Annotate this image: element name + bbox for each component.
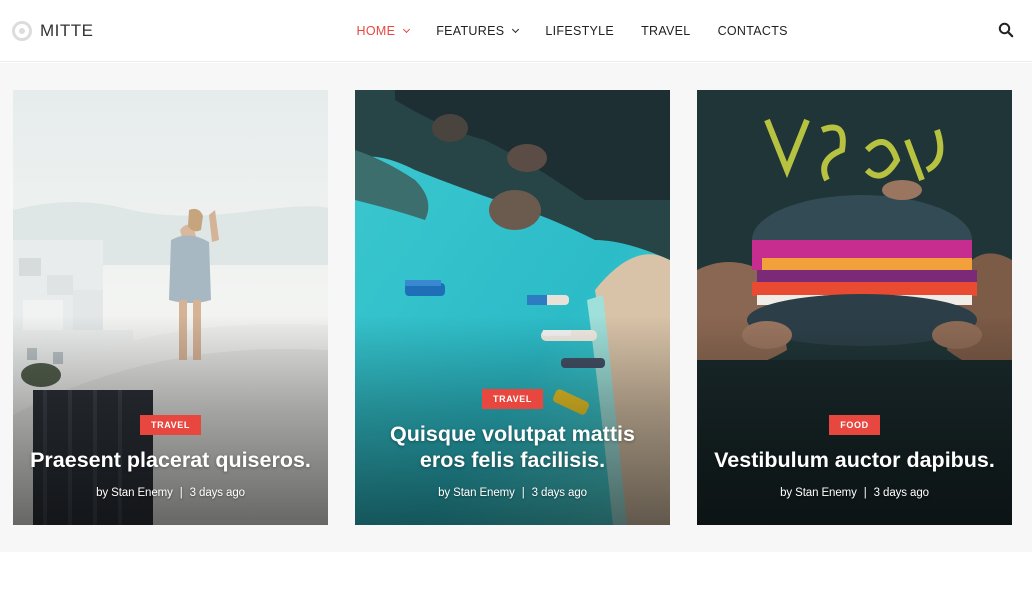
post-overlay: TRAVEL Quisque volutpat mattis eros feli… (355, 389, 670, 499)
category-badge[interactable]: FOOD (829, 415, 880, 435)
nav-item-features[interactable]: FEATURES (423, 0, 532, 62)
post-author[interactable]: by Stan Enemy (96, 487, 173, 499)
chevron-down-icon (403, 25, 411, 34)
post-title[interactable]: Quisque volutpat mattis eros felis facil… (369, 421, 656, 473)
category-badge[interactable]: TRAVEL (140, 415, 201, 435)
featured-post-card[interactable]: FOOD Vestibulum auctor dapibus. by Stan … (697, 90, 1012, 525)
post-date: 3 days ago (189, 487, 245, 499)
featured-posts: TRAVEL Praesent placerat quiseros. by St… (0, 63, 1032, 552)
post-date: 3 days ago (873, 487, 929, 499)
logo-icon (12, 21, 32, 41)
main-nav: HOME FEATURES LIFESTYLE TRAVEL CONTACTS (343, 0, 801, 62)
site-logo[interactable]: MITTE (12, 19, 94, 43)
nav-item-home[interactable]: HOME (343, 0, 423, 62)
post-meta: by Stan Enemy | 3 days ago (96, 487, 245, 499)
nav-item-travel[interactable]: TRAVEL (628, 0, 705, 62)
content-area (0, 552, 1032, 594)
post-meta: by Stan Enemy | 3 days ago (780, 487, 929, 499)
nav-item-label: FEATURES (436, 24, 505, 38)
post-date: 3 days ago (531, 487, 587, 499)
site-header: MITTE HOME FEATURES LIFESTYLE TRAVEL CON… (0, 0, 1032, 62)
post-overlay: FOOD Vestibulum auctor dapibus. by Stan … (697, 415, 1012, 499)
featured-post-card[interactable]: TRAVEL Praesent placerat quiseros. by St… (13, 90, 328, 525)
logo-text: MITTE (40, 21, 94, 40)
post-meta: by Stan Enemy | 3 days ago (438, 487, 587, 499)
post-author[interactable]: by Stan Enemy (780, 487, 857, 499)
featured-post-card[interactable]: TRAVEL Quisque volutpat mattis eros feli… (355, 90, 670, 525)
post-title[interactable]: Vestibulum auctor dapibus. (711, 447, 998, 473)
post-title[interactable]: Praesent placerat quiseros. (27, 447, 314, 473)
chevron-down-icon (512, 25, 520, 34)
nav-item-contacts[interactable]: CONTACTS (704, 0, 801, 62)
search-icon[interactable] (998, 22, 1014, 38)
nav-item-label: HOME (356, 24, 396, 38)
post-author[interactable]: by Stan Enemy (438, 487, 515, 499)
nav-item-label: TRAVEL (641, 24, 691, 38)
nav-item-label: CONTACTS (717, 24, 788, 38)
post-overlay: TRAVEL Praesent placerat quiseros. by St… (13, 415, 328, 499)
nav-item-label: LIFESTYLE (545, 24, 615, 38)
nav-item-lifestyle[interactable]: LIFESTYLE (532, 0, 628, 62)
category-badge[interactable]: TRAVEL (482, 389, 543, 409)
